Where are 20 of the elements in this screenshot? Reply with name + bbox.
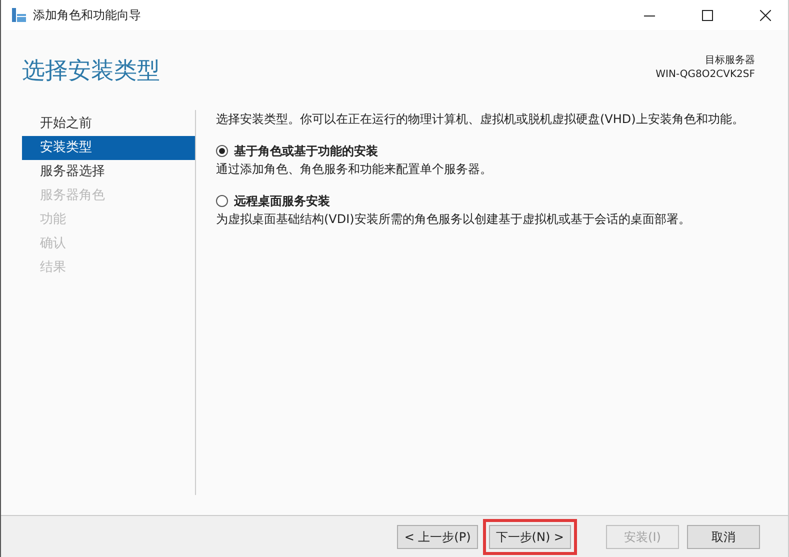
window-title: 添加角色和功能向导 xyxy=(33,7,141,24)
target-server-label: 目标服务器 xyxy=(704,54,755,68)
option-description: 通过添加角色、角色服务和功能来配置单个服务器。 xyxy=(216,161,493,178)
close-icon[interactable] xyxy=(760,10,770,20)
wizard-button[interactable]: 取消 xyxy=(687,524,760,548)
option-label: 基于角色或基于功能的安装 xyxy=(234,143,378,160)
target-server-name: WIN-QG8O2CVK2SF xyxy=(656,68,755,82)
radio-button[interactable] xyxy=(216,145,228,157)
radio-button[interactable] xyxy=(216,195,228,207)
option-description: 为虚拟桌面基础结构(VDI)安装所需的角色服务以创建基于虚拟机或基于会话的桌面部署。 xyxy=(216,211,692,228)
maximize-icon[interactable] xyxy=(702,10,712,20)
intro-text: 选择安装类型。你可以在正在运行的物理计算机、虚拟机或脱机虚拟硬盘(VHD)上安装角色和功能。 xyxy=(216,111,744,128)
page-title: 选择安装类型 xyxy=(22,57,160,86)
server-manager-icon xyxy=(11,7,27,23)
wizard-button[interactable]: < 上一步(P) xyxy=(397,524,478,548)
option-label: 远程桌面服务安装 xyxy=(234,193,330,210)
wizard-step[interactable]: 服务器选择 xyxy=(22,160,195,184)
wizard-step[interactable]: 安装类型 xyxy=(22,136,195,160)
wizard-step[interactable]: 开始之前 xyxy=(22,112,195,136)
wizard-button[interactable]: 下一步(N) > xyxy=(488,524,571,548)
